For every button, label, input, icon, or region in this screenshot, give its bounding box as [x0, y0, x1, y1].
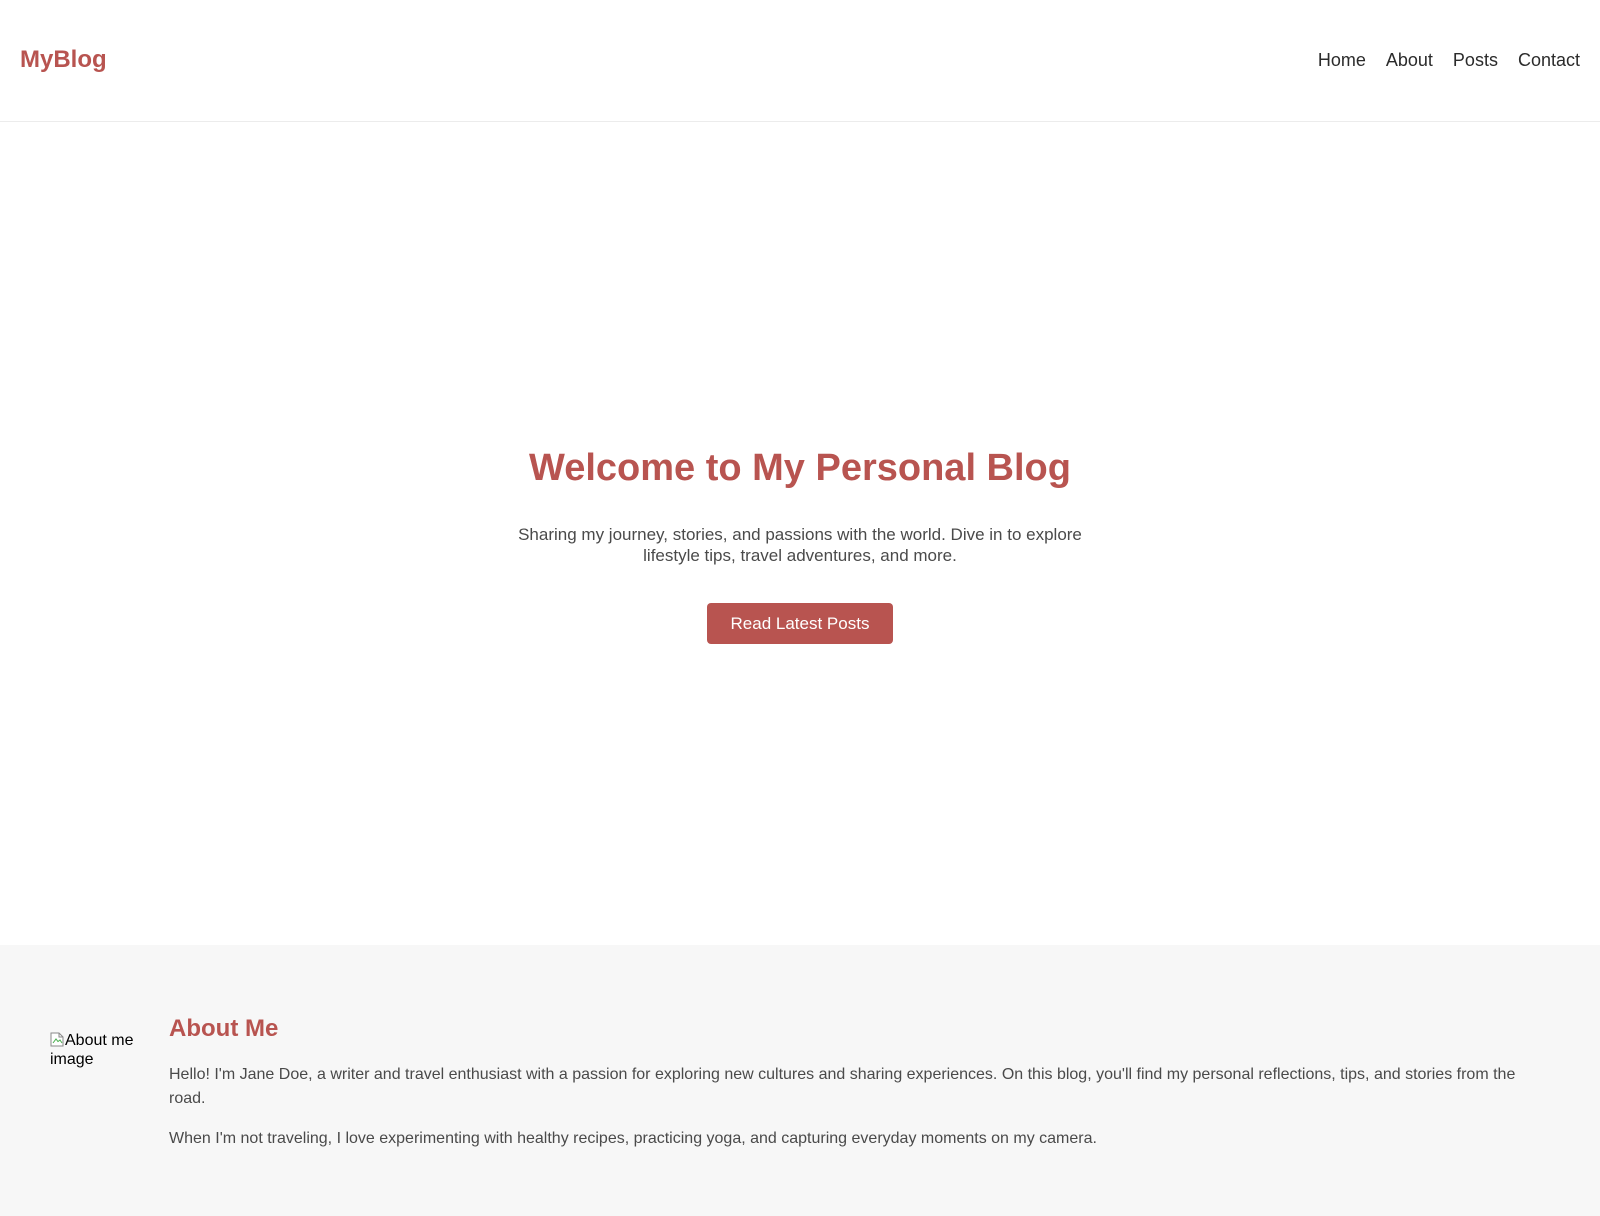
- hero-subtitle: Sharing my journey, stories, and passion…: [518, 525, 1082, 565]
- nav-link-posts[interactable]: Posts: [1453, 50, 1498, 71]
- hero-section: Welcome to My Personal Blog Sharing my j…: [0, 122, 1600, 945]
- site-header: MyBlog Home About Posts Contact: [0, 0, 1600, 122]
- nav-link-home[interactable]: Home: [1318, 50, 1366, 71]
- about-me-image: About me image: [50, 1031, 150, 1069]
- about-title: About Me: [169, 1015, 279, 1042]
- about-paragraph-1: Hello! I'm Jane Doe, a writer and travel…: [169, 1066, 1516, 1107]
- site-logo[interactable]: MyBlog: [20, 46, 107, 74]
- main-nav: Home About Posts Contact: [1318, 50, 1580, 71]
- hero-title: Welcome to My Personal Blog: [529, 447, 1071, 489]
- nav-link-about[interactable]: About: [1386, 50, 1433, 71]
- nav-link-contact[interactable]: Contact: [1518, 50, 1580, 71]
- broken-image-icon: [50, 1032, 64, 1047]
- about-section: About me image About Me Hello! I'm Jane …: [0, 945, 1600, 1216]
- read-latest-posts-button[interactable]: Read Latest Posts: [707, 603, 893, 644]
- about-paragraph-2: When I'm not traveling, I love experimen…: [169, 1130, 1097, 1147]
